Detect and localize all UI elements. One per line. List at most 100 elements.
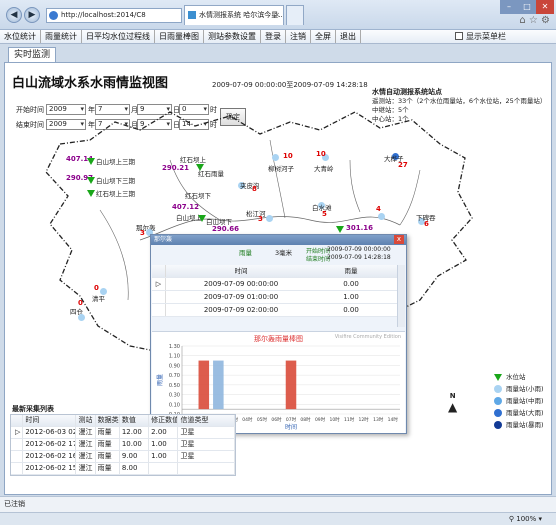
time-range-text: 2009-07-09 00:00:00至2009-07-09 14:28:18 bbox=[212, 81, 368, 89]
north-arrow-icon: ▲ bbox=[448, 400, 458, 414]
tab-realtime-monitor[interactable]: 实时监测 bbox=[8, 47, 57, 62]
popup-scrollbar[interactable] bbox=[397, 265, 405, 327]
menu-daily-rain-bar[interactable]: 日雨量棒图 bbox=[155, 30, 204, 43]
column-header[interactable]: 修正数值 bbox=[149, 415, 179, 426]
cell: 2012-06-02 15:00:00 bbox=[25, 463, 77, 474]
legend-label: 雨量站(小雨) bbox=[506, 385, 544, 393]
menu-water-level-stats[interactable]: 水位统计 bbox=[0, 30, 41, 43]
chart-watermark: Visifire Community Edition bbox=[334, 334, 401, 340]
x-tick-label: 07时 bbox=[286, 416, 297, 423]
popup-station-type: 雨量 bbox=[239, 249, 252, 257]
x-tick-label: 14时 bbox=[388, 416, 399, 423]
menu-bar: 水位统计 雨量统计 日平均水位过程线 日雨量棒图 测站参数设置 登录 注销 全屏… bbox=[0, 30, 556, 44]
y-tick-label: 0.10 bbox=[169, 402, 180, 408]
show-menu-checkbox[interactable]: 显示菜单栏 bbox=[455, 30, 556, 43]
station-value: 3 bbox=[140, 229, 145, 237]
station-value: 3 bbox=[258, 215, 263, 223]
bar bbox=[213, 360, 224, 410]
x-tick-label: 09时 bbox=[315, 416, 326, 423]
station-label: 红石坝下 bbox=[185, 192, 211, 200]
menu-daily-avg-level[interactable]: 日平均水位过程线 bbox=[82, 30, 155, 43]
table-row[interactable]: 2012-06-02 16:00:00 漫江 雨量 9.00 1.00 卫星 bbox=[11, 451, 235, 463]
rain-station-icon[interactable] bbox=[266, 215, 273, 222]
latest-data-title: 最新采集列表 bbox=[12, 405, 54, 413]
rain-station-icon[interactable] bbox=[272, 154, 279, 161]
maximize-button[interactable]: □ bbox=[518, 0, 536, 14]
cell: 1.00 bbox=[149, 439, 179, 450]
favorites-icon[interactable]: ☆ bbox=[529, 15, 538, 26]
address-text: http://localhost:2014/C8 bbox=[61, 11, 146, 19]
page-title: 白山流域水系水雨情监视图 bbox=[12, 76, 169, 91]
water-station-icon[interactable] bbox=[336, 226, 344, 233]
table-row[interactable]: 2012-06-02 15:00:00 漫江 雨量 8.00 bbox=[11, 463, 235, 475]
station-value: 0 bbox=[94, 284, 99, 292]
popup-table-header: 时间 雨量 bbox=[152, 265, 405, 278]
minimize-button[interactable]: – bbox=[500, 0, 518, 14]
station-value: 301.16 bbox=[346, 224, 374, 232]
cell: 0.00 bbox=[343, 306, 359, 314]
cell: 雨量 bbox=[96, 463, 120, 474]
water-station-icon[interactable] bbox=[198, 215, 206, 222]
tab-active[interactable]: 水情测报系统 哈尔滨今星... × bbox=[184, 5, 284, 25]
window-controls: – □ ✕ bbox=[500, 0, 554, 16]
popup-titlebar[interactable]: 那尔轰 x bbox=[151, 235, 406, 245]
close-icon[interactable]: x bbox=[394, 235, 404, 244]
y-tick-label: 1.30 bbox=[169, 344, 180, 350]
close-tab-icon[interactable]: × bbox=[274, 6, 280, 24]
column-header[interactable]: 信道类型 bbox=[178, 415, 235, 426]
column-header[interactable]: 数据类型 bbox=[96, 415, 120, 426]
close-window-button[interactable]: ✕ bbox=[536, 0, 554, 14]
browser-chrome: ◀ ▶ http://localhost:2014/C8 水情测报系统 哈尔滨今… bbox=[0, 0, 556, 30]
show-menu-label: 显示菜单栏 bbox=[466, 32, 506, 41]
table-row[interactable]: ▷ 2012-06-03 02:00:00 漫江 雨量 12.00 2.00 卫… bbox=[11, 427, 235, 439]
station-popup: 那尔轰 x 雨量 3毫米 开始时间 2009-07-09 00:00:00 结束时… bbox=[150, 234, 407, 434]
menu-exit[interactable]: 退出 bbox=[336, 30, 361, 43]
light-rain-icon bbox=[494, 385, 502, 393]
home-icon[interactable]: ⌂ bbox=[519, 15, 525, 26]
water-station-icon[interactable] bbox=[87, 190, 95, 197]
cell: 1.00 bbox=[343, 293, 359, 301]
table-row[interactable]: 2009-07-09 01:00:00 1.00 bbox=[152, 291, 405, 304]
menu-logout[interactable]: 注销 bbox=[286, 30, 311, 43]
x-tick-label: 06时 bbox=[271, 416, 282, 423]
menu-rainfall-stats[interactable]: 雨量统计 bbox=[41, 30, 82, 43]
toolbar-icons: ⌂ ☆ ⚙ bbox=[519, 15, 550, 26]
menu-login[interactable]: 登录 bbox=[261, 30, 286, 43]
table-header: 时间 测站 数据类型 数值 修正数值 信道类型 bbox=[11, 415, 235, 427]
forward-icon[interactable]: ▶ bbox=[24, 7, 40, 23]
column-header[interactable]: 时间 bbox=[23, 415, 77, 426]
address-bar[interactable]: http://localhost:2014/C8 bbox=[46, 8, 182, 23]
x-tick-label: 05时 bbox=[257, 416, 268, 423]
latest-data-table: 时间 测站 数据类型 数值 修正数值 信道类型 ▷ 2012-06-03 02:… bbox=[10, 414, 236, 476]
back-icon[interactable]: ◀ bbox=[6, 7, 22, 23]
cell: 雨量 bbox=[96, 439, 120, 450]
storm-rain-icon bbox=[494, 421, 502, 429]
station-value: 6 bbox=[424, 220, 429, 228]
x-tick-label: 13时 bbox=[373, 416, 384, 423]
column-header[interactable]: 测站 bbox=[76, 415, 96, 426]
column-header[interactable]: 雨量 bbox=[316, 265, 386, 277]
y-tick-label: 0.90 bbox=[169, 363, 180, 369]
x-tick-label: 04时 bbox=[242, 416, 253, 423]
station-label: 白山坝上三期 bbox=[96, 158, 135, 166]
water-station-icon[interactable] bbox=[87, 158, 95, 165]
heavy-rain-icon bbox=[494, 409, 502, 417]
cell bbox=[178, 463, 235, 474]
column-header[interactable]: 时间 bbox=[166, 265, 316, 277]
column-header[interactable]: 数值 bbox=[120, 415, 150, 426]
rain-station-icon[interactable] bbox=[378, 213, 385, 220]
menu-fullscreen[interactable]: 全屏 bbox=[311, 30, 336, 43]
new-tab[interactable] bbox=[286, 5, 304, 25]
station-value: 5 bbox=[322, 210, 327, 218]
table-row[interactable]: 2012-06-02 17:00:00 漫江 雨量 10.00 1.00 卫星 bbox=[11, 439, 235, 451]
rain-station-icon[interactable] bbox=[78, 314, 85, 321]
checkbox-box[interactable] bbox=[455, 32, 463, 40]
y-tick-label: 0.30 bbox=[169, 393, 180, 399]
x-tick-label: 11时 bbox=[344, 416, 355, 423]
gear-icon[interactable]: ⚙ bbox=[541, 15, 550, 26]
zoom-level[interactable]: ⚲ 100% ▾ bbox=[509, 513, 542, 525]
menu-station-params[interactable]: 测站参数设置 bbox=[204, 30, 261, 43]
table-row[interactable]: ▷ 2009-07-09 00:00:00 0.00 bbox=[152, 278, 405, 291]
water-station-icon[interactable] bbox=[87, 177, 95, 184]
table-row[interactable]: 2009-07-09 02:00:00 0.00 bbox=[152, 304, 405, 317]
